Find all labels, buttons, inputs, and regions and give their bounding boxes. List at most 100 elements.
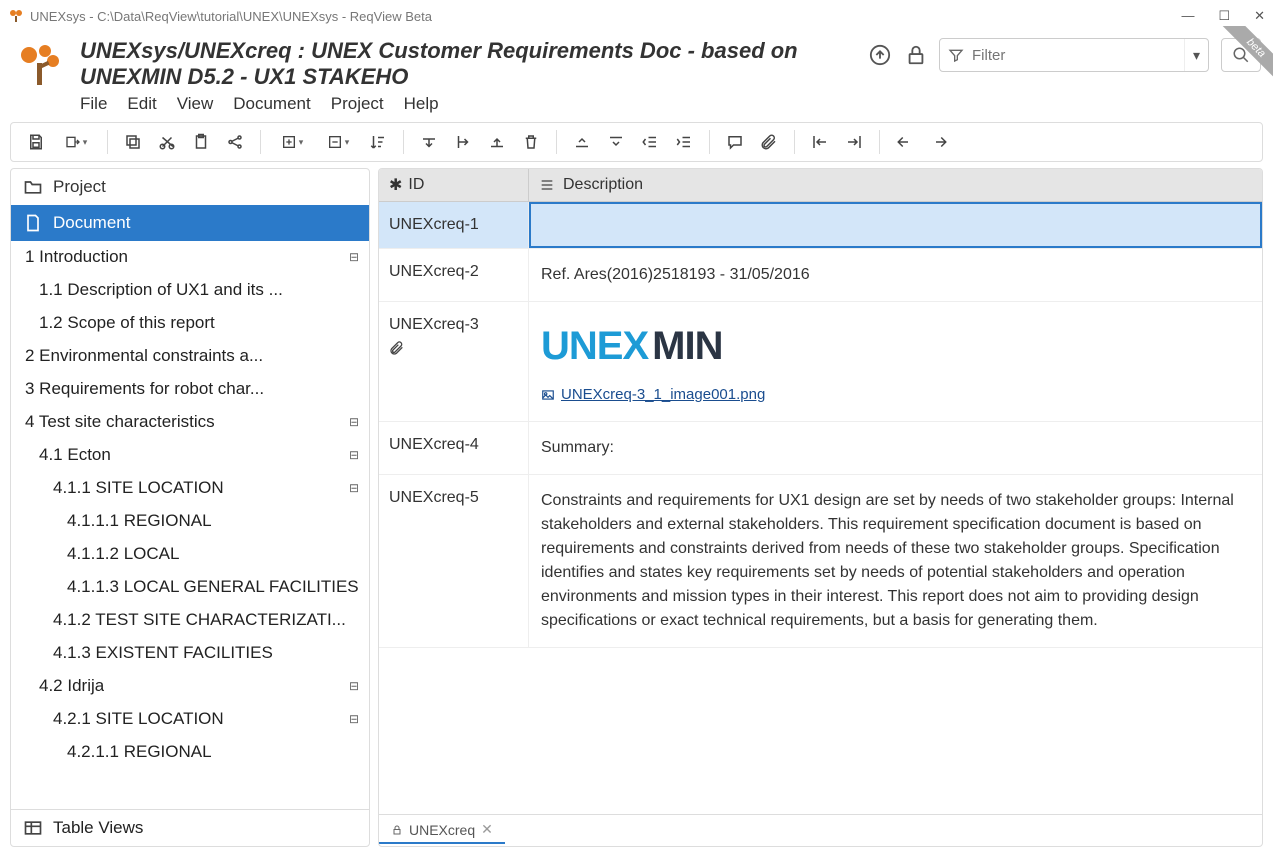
- filter-icon: [940, 47, 972, 63]
- menu-edit[interactable]: Edit: [127, 94, 156, 114]
- menu-file[interactable]: File: [80, 94, 107, 114]
- cell-description[interactable]: UNEXMINUNEXcreq-3_1_image001.png: [529, 302, 1262, 421]
- collapse-icon[interactable]: ⊟: [349, 679, 359, 693]
- cell-description[interactable]: Summary:: [529, 422, 1262, 474]
- cell-id: UNEXcreq-2: [379, 249, 529, 301]
- minimize-button[interactable]: —: [1181, 8, 1194, 24]
- tree-item-label: 4 Test site characteristics: [25, 412, 215, 432]
- collapse-icon[interactable]: ⊟: [349, 250, 359, 264]
- redo-button[interactable]: [924, 128, 954, 156]
- doc-tab-unexcreq[interactable]: UNEXcreq ✕: [379, 817, 505, 844]
- asterisk-icon: ✱: [389, 175, 402, 195]
- tree-item[interactable]: 1.1 Description of UX1 and its ...: [11, 274, 369, 307]
- remove-button[interactable]: [317, 128, 359, 156]
- tree-item-label: 4.1.3 EXISTENT FACILITIES: [53, 643, 273, 663]
- search-button[interactable]: [1221, 38, 1261, 72]
- undo-button[interactable]: [890, 128, 920, 156]
- tree-item[interactable]: 4.1.3 EXISTENT FACILITIES: [11, 637, 369, 670]
- collapse-icon[interactable]: ⊟: [349, 448, 359, 462]
- tree-item[interactable]: 4.2.1.1 REGIONAL: [11, 736, 369, 769]
- tree-item[interactable]: 1 Introduction⊟: [11, 241, 369, 274]
- share-button[interactable]: [220, 128, 250, 156]
- menu-view[interactable]: View: [177, 94, 214, 114]
- delete-button[interactable]: [516, 128, 546, 156]
- tree-item[interactable]: 4.2.1 SITE LOCATION⊟: [11, 703, 369, 736]
- table-row[interactable]: UNEXcreq-5Constraints and requirements f…: [379, 475, 1262, 648]
- sidebar-project-header[interactable]: Project: [11, 169, 369, 205]
- nav-back-button[interactable]: [805, 128, 835, 156]
- close-tab-icon[interactable]: ✕: [481, 821, 493, 838]
- cut-button[interactable]: [152, 128, 182, 156]
- document-icon: [23, 213, 43, 233]
- indent-button[interactable]: [669, 128, 699, 156]
- cell-description[interactable]: Constraints and requirements for UX1 des…: [529, 475, 1262, 647]
- collapse-icon[interactable]: ⊟: [349, 415, 359, 429]
- menu-document[interactable]: Document: [233, 94, 310, 114]
- lock-icon[interactable]: [905, 44, 927, 66]
- tree-item-label: 2 Environmental constraints a...: [25, 346, 263, 366]
- paste-button[interactable]: [186, 128, 216, 156]
- export-button[interactable]: [55, 128, 97, 156]
- document-label: Document: [53, 213, 130, 233]
- close-button[interactable]: ✕: [1254, 8, 1265, 24]
- add-button[interactable]: [271, 128, 313, 156]
- tree-item[interactable]: 4.1.1.1 REGIONAL: [11, 505, 369, 538]
- upload-icon[interactable]: [869, 44, 891, 66]
- project-label: Project: [53, 177, 106, 197]
- copy-button[interactable]: [118, 128, 148, 156]
- table-row[interactable]: UNEXcreq-3UNEXMINUNEXcreq-3_1_image001.p…: [379, 302, 1262, 422]
- move-up-button[interactable]: [482, 128, 512, 156]
- tree-item-label: 4.1 Ecton: [39, 445, 111, 465]
- comment-button[interactable]: [720, 128, 750, 156]
- main-panel: ✱ ID Description UNEXcreq-1UNEXcreq-2Ref…: [378, 168, 1263, 847]
- attachment-link[interactable]: UNEXcreq-3_1_image001.png: [541, 384, 1250, 407]
- document-tree[interactable]: 1 Introduction⊟1.1 Description of UX1 an…: [11, 241, 369, 809]
- column-id-header[interactable]: ✱ ID: [379, 169, 529, 201]
- demote-button[interactable]: [601, 128, 631, 156]
- folder-icon: [23, 177, 43, 197]
- title-bar: UNEXsys - C:\Data\ReqView\tutorial\UNEX\…: [0, 0, 1273, 32]
- save-button[interactable]: [21, 128, 51, 156]
- cell-description[interactable]: Ref. Ares(2016)2518193 - 31/05/2016: [529, 249, 1262, 301]
- nav-fwd-button[interactable]: [839, 128, 869, 156]
- maximize-button[interactable]: ☐: [1218, 8, 1230, 24]
- menu-project[interactable]: Project: [331, 94, 384, 114]
- table-row[interactable]: UNEXcreq-1: [379, 202, 1262, 249]
- tree-item-label: 4.1.1.2 LOCAL: [67, 544, 179, 564]
- outdent-button[interactable]: [635, 128, 665, 156]
- collapse-icon[interactable]: ⊟: [349, 481, 359, 495]
- filter-box[interactable]: ▾: [939, 38, 1209, 72]
- column-desc-header[interactable]: Description: [529, 169, 1262, 201]
- tree-item[interactable]: 4.1 Ecton ⊟: [11, 439, 369, 472]
- filter-input[interactable]: [972, 47, 1184, 64]
- header: UNEXsys/UNEXcreq : UNEX Customer Require…: [0, 32, 1273, 118]
- collapse-icon[interactable]: ⊟: [349, 712, 359, 726]
- attachment-button[interactable]: [754, 128, 784, 156]
- tree-item[interactable]: 3 Requirements for robot char...: [11, 373, 369, 406]
- menu-bar: File Edit View Document Project Help: [80, 94, 869, 114]
- toolbar: [10, 122, 1263, 162]
- tree-item[interactable]: 4 Test site characteristics ⊟: [11, 406, 369, 439]
- window-title: UNEXsys - C:\Data\ReqView\tutorial\UNEX\…: [30, 9, 1181, 24]
- filter-dropdown[interactable]: ▾: [1184, 39, 1208, 71]
- tree-item-label: 4.1.1 SITE LOCATION: [53, 478, 224, 498]
- table-row[interactable]: UNEXcreq-4Summary:: [379, 422, 1262, 475]
- promote-button[interactable]: [567, 128, 597, 156]
- tree-item[interactable]: 4.1.1.3 LOCAL GENERAL FACILITIES: [11, 571, 369, 604]
- tree-item[interactable]: 4.2 Idrija⊟: [11, 670, 369, 703]
- tree-item[interactable]: 4.1.1 SITE LOCATION ⊟: [11, 472, 369, 505]
- sidebar-table-views[interactable]: Table Views: [11, 809, 369, 846]
- tree-item-label: 4.2.1.1 REGIONAL: [67, 742, 212, 762]
- move-down-button[interactable]: [414, 128, 444, 156]
- cell-description[interactable]: [529, 202, 1262, 248]
- menu-help[interactable]: Help: [404, 94, 439, 114]
- table-rows[interactable]: UNEXcreq-1UNEXcreq-2Ref. Ares(2016)25181…: [379, 202, 1262, 814]
- sort-button[interactable]: [363, 128, 393, 156]
- tree-item[interactable]: 2 Environmental constraints a...: [11, 340, 369, 373]
- tree-item[interactable]: 4.1.2 TEST SITE CHARACTERIZATI...: [11, 604, 369, 637]
- move-right-button[interactable]: [448, 128, 478, 156]
- table-row[interactable]: UNEXcreq-2Ref. Ares(2016)2518193 - 31/05…: [379, 249, 1262, 302]
- sidebar-document-header[interactable]: Document: [11, 205, 369, 241]
- tree-item[interactable]: 1.2 Scope of this report: [11, 307, 369, 340]
- tree-item[interactable]: 4.1.1.2 LOCAL: [11, 538, 369, 571]
